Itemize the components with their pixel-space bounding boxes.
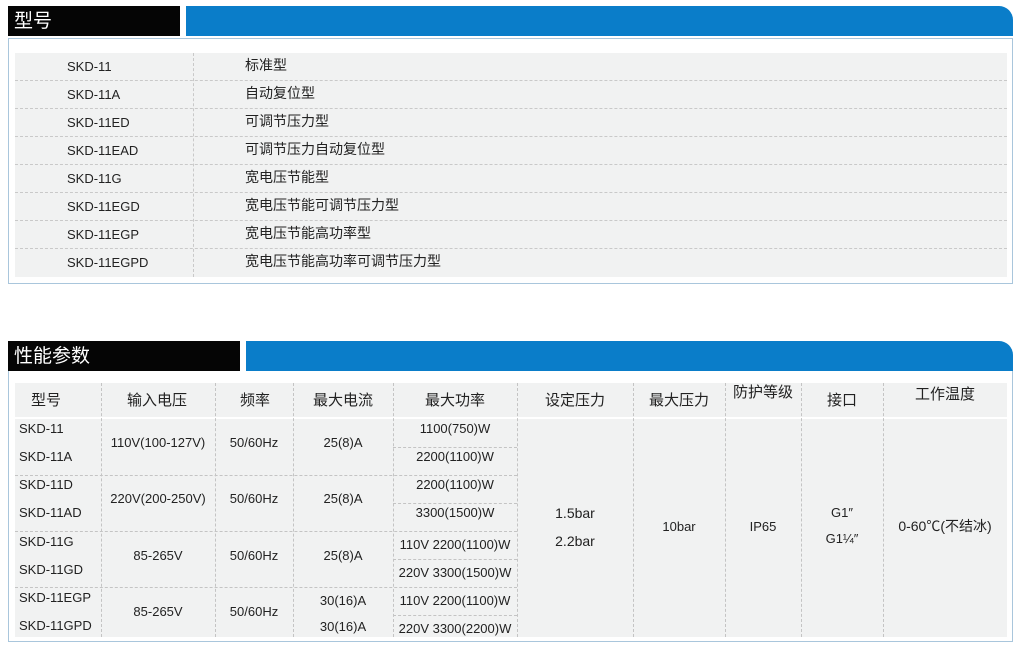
model-cell: SKD-11AD xyxy=(19,505,82,520)
power-cell: 220V 3300(2200)W xyxy=(398,621,512,636)
column-divider xyxy=(883,383,884,637)
column-divider xyxy=(633,383,634,637)
header-blue-bar xyxy=(186,6,1013,36)
model-description: 标准型 xyxy=(245,58,287,74)
current-cell: 25(8)A xyxy=(323,435,363,450)
model-table-body: SKD-11 标准型 SKD-11A 自动复位型 SKD-11ED 可调节压力型 SKD-1… xyxy=(15,53,1007,277)
performance-table: 型号 输入电压 频率 最大电流 最大功率 设定压力 最大压力 防护等级 接口 工… xyxy=(8,371,1013,642)
model-code: SKD-11A xyxy=(67,87,121,102)
header-interface: 接口 xyxy=(826,391,857,409)
frequency-cell: 50/60Hz xyxy=(229,548,279,563)
set-pressure-cell: 1.5bar xyxy=(555,505,595,521)
model-row: SKD-11A 自动复位型 xyxy=(15,81,1007,109)
header-max-pressure: 最大压力 xyxy=(648,391,709,409)
power-cell: 220V 3300(1500)W xyxy=(398,565,512,580)
current-cell: 25(8)A xyxy=(323,491,363,506)
model-row: SKD-11EAD 可调节压力自动复位型 xyxy=(15,137,1007,165)
voltage-cell: 85-265V xyxy=(133,604,183,619)
max-pressure-cell: 10bar xyxy=(662,519,696,534)
voltage-cell: 220V(200-250V) xyxy=(110,491,206,506)
power-cell: 2200(1100)W xyxy=(416,477,494,492)
header-set-pressure: 设定压力 xyxy=(544,391,605,409)
model-description: 宽电压节能高功率可调节压力型 xyxy=(245,254,441,270)
voltage-cell: 110V(100-127V) xyxy=(110,435,206,450)
model-cell: SKD-11A xyxy=(19,449,73,464)
model-description: 宽电压节能型 xyxy=(245,170,329,186)
current-cell: 25(8)A xyxy=(323,548,363,563)
protection-cell: IP65 xyxy=(749,519,777,534)
model-code: SKD-11 xyxy=(67,59,112,74)
model-row: SKD-11 标准型 xyxy=(15,53,1007,81)
model-row: SKD-11EGD 宽电压节能可调节压力型 xyxy=(15,193,1007,221)
column-divider xyxy=(101,383,102,637)
row-divider xyxy=(393,447,517,448)
header-temperature: 工作温度 xyxy=(914,385,975,403)
voltage-cell: 85-265V xyxy=(133,548,183,563)
model-description: 可调节压力自动复位型 xyxy=(245,142,385,158)
interface-cell: G1″ xyxy=(831,505,853,520)
model-row: SKD-11EGP 宽电压节能高功率型 xyxy=(15,221,1007,249)
frequency-cell: 50/60Hz xyxy=(229,435,279,450)
frequency-cell: 50/60Hz xyxy=(229,491,279,506)
model-section-header: 型号 xyxy=(8,6,1013,36)
perf-section-title: 性能参数 xyxy=(8,341,240,371)
row-divider xyxy=(15,531,517,532)
row-divider xyxy=(393,559,517,560)
current-cell: 30(16)A xyxy=(319,593,367,608)
model-cell: SKD-11GPD xyxy=(19,618,92,633)
model-code: SKD-11EGP xyxy=(67,227,140,242)
model-code: SKD-11EGD xyxy=(67,199,140,214)
model-section-title: 型号 xyxy=(8,6,180,36)
header-max-current: 最大电流 xyxy=(312,391,373,409)
header-frequency: 频率 xyxy=(239,391,270,409)
power-cell: 1100(750)W xyxy=(419,421,491,436)
model-cell: SKD-11G xyxy=(19,534,74,549)
header-protection: 防护等级 xyxy=(732,383,793,401)
model-cell: SKD-11 xyxy=(19,421,64,436)
model-cell: SKD-11D xyxy=(19,477,73,492)
model-description: 宽电压节能可调节压力型 xyxy=(245,198,399,214)
row-divider xyxy=(15,475,517,476)
temperature-cell: 0-60℃(不结冰) xyxy=(898,518,992,534)
model-code: SKD-11EAD xyxy=(67,143,139,158)
model-code: SKD-11G xyxy=(67,171,122,186)
header-model: 型号 xyxy=(30,391,61,409)
current-cell: 30(16)A xyxy=(319,619,367,634)
power-cell: 2200(1100)W xyxy=(416,449,494,464)
model-description: 宽电压节能高功率型 xyxy=(245,226,371,242)
row-divider xyxy=(393,503,517,504)
header-blue-bar xyxy=(246,341,1013,371)
power-cell: 110V 2200(1100)W xyxy=(399,537,511,552)
model-cell: SKD-11GD xyxy=(19,562,84,577)
row-divider xyxy=(393,615,517,616)
model-code: SKD-11ED xyxy=(67,115,130,130)
model-cell: SKD-11EGP xyxy=(19,590,92,605)
power-cell: 110V 2200(1100)W xyxy=(399,593,511,608)
model-row: SKD-11G 宽电压节能型 xyxy=(15,165,1007,193)
column-divider xyxy=(725,383,726,637)
power-cell: 3300(1500)W xyxy=(415,505,495,520)
model-code: SKD-11EGPD xyxy=(67,255,149,270)
header-max-power: 最大功率 xyxy=(424,391,485,409)
row-divider xyxy=(15,587,517,588)
interface-cell: G1¼″ xyxy=(825,531,859,546)
set-pressure-cell: 2.2bar xyxy=(555,533,595,549)
perf-section-header: 性能参数 xyxy=(8,341,1013,371)
column-divider xyxy=(215,383,216,637)
model-table: SKD-11 标准型 SKD-11A 自动复位型 SKD-11ED 可调节压力型 SKD-1… xyxy=(8,38,1013,284)
model-row: SKD-11ED 可调节压力型 xyxy=(15,109,1007,137)
header-input-voltage: 输入电压 xyxy=(126,391,187,409)
model-row: SKD-11EGPD 宽电压节能高功率可调节压力型 xyxy=(15,249,1007,277)
frequency-cell: 50/60Hz xyxy=(229,604,279,619)
model-description: 自动复位型 xyxy=(245,86,315,102)
model-description: 可调节压力型 xyxy=(245,114,329,130)
